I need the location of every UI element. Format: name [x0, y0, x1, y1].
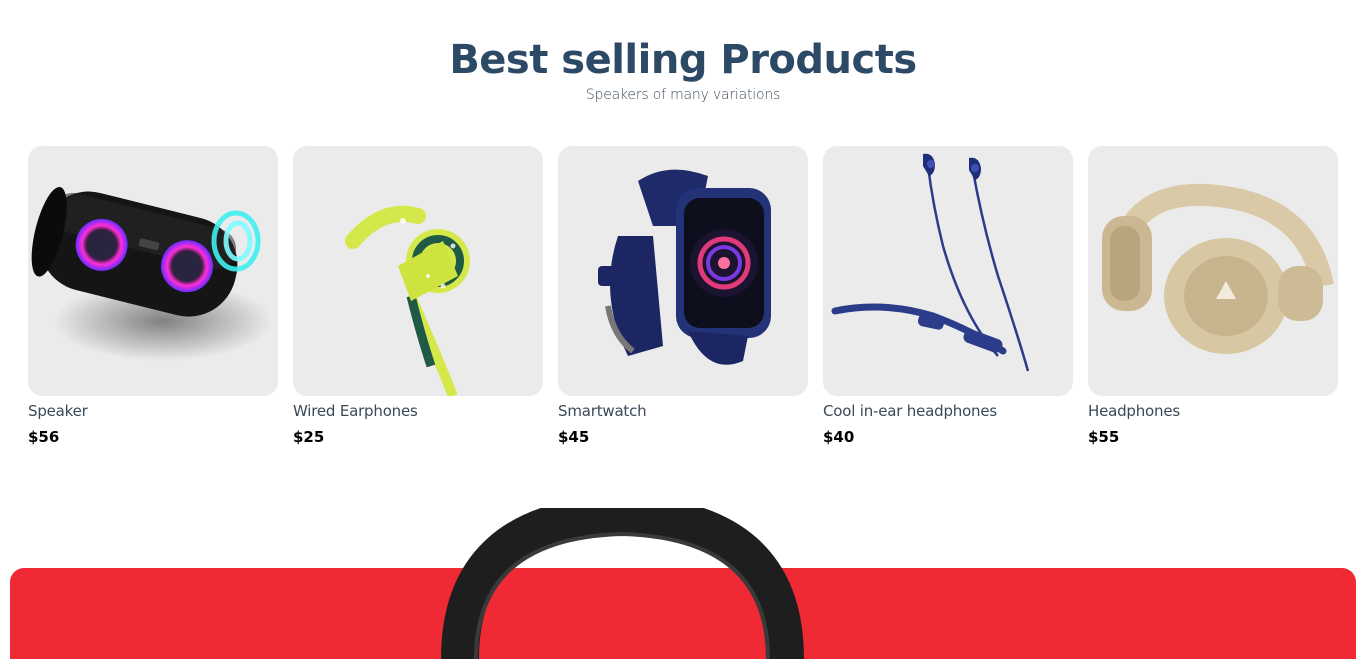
product-image-smartwatch[interactable]: [558, 146, 808, 396]
product-card-smartwatch[interactable]: Smartwatch $45: [558, 146, 808, 446]
product-card-headphones[interactable]: Headphones $55: [1088, 146, 1338, 446]
product-price: $40: [823, 428, 855, 446]
product-image-wired-earphones[interactable]: [293, 146, 543, 396]
headphone-band-icon: [441, 508, 804, 659]
product-price: $56: [28, 428, 60, 446]
product-price: $25: [293, 428, 325, 446]
section-subtitle: Speakers of many variations: [585, 87, 781, 103]
section-title: Best selling Products: [449, 37, 917, 83]
earphones-icon: [345, 205, 470, 396]
product-card-wired-earphones[interactable]: Wired Earphones $25: [293, 146, 543, 446]
product-image-speaker[interactable]: [28, 146, 278, 396]
product-image-headphones[interactable]: [1088, 146, 1338, 396]
product-price: $45: [558, 428, 590, 446]
product-name[interactable]: Speaker: [28, 402, 278, 420]
product-name[interactable]: Headphones: [1088, 402, 1338, 420]
product-name[interactable]: Wired Earphones: [293, 402, 543, 420]
product-card-cool-in-ear-headphones[interactable]: Cool in-ear headphones $40: [823, 146, 1073, 446]
neckband-icon: [831, 153, 1030, 372]
section-header: Best selling Products Speakers of many v…: [0, 34, 1366, 103]
product-price: $55: [1088, 428, 1120, 446]
smartwatch-icon: [598, 169, 771, 365]
product-image-neckband[interactable]: [823, 146, 1073, 396]
product-name[interactable]: Cool in-ear headphones: [823, 402, 1073, 420]
speaker-icon: [31, 187, 273, 361]
product-card-speaker[interactable]: Speaker $56: [28, 146, 278, 446]
best-selling-page: Best selling Products Speakers of many v…: [0, 0, 1366, 659]
product-name[interactable]: Smartwatch: [558, 402, 808, 420]
product-grid: Speaker $56 Wired Earphones $25 Smartwat…: [28, 146, 1338, 446]
headphones-icon: [1102, 183, 1334, 354]
